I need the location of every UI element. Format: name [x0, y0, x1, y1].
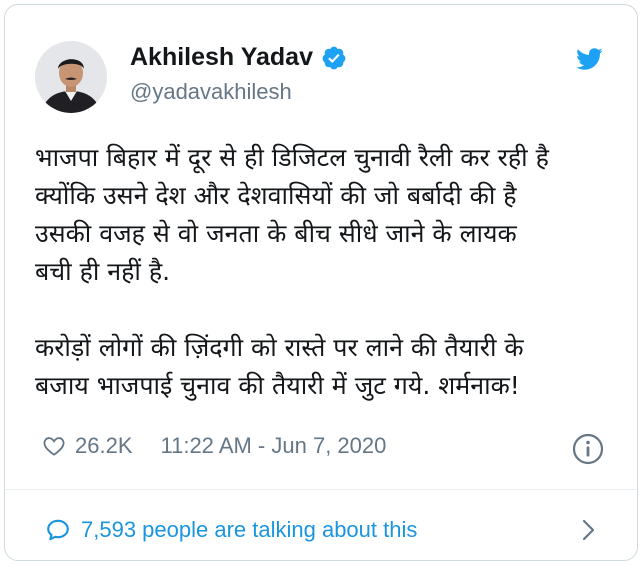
tweet-line: भाजपा बिहार में दूर से ही डिजिटल चुनावी … [35, 143, 549, 172]
tweet-line: उसकी वजह से वो जनता के बीच सीधे जाने के … [35, 219, 517, 248]
heart-icon[interactable] [41, 434, 67, 458]
tweet-line: करोड़ों लोगों की ज़िंदगी को रास्ते पर ला… [35, 333, 524, 362]
tweet-line: क्योंकि उसने देश और देशवासियों की जो बर्… [35, 181, 517, 210]
verified-badge-icon [322, 46, 346, 69]
divider [6, 489, 636, 490]
chevron-right-icon[interactable] [581, 518, 597, 542]
author-name[interactable]: Akhilesh Yadav [130, 43, 313, 72]
tweet-text: भाजपा बिहार में दूर से ही डिजिटल चुनावी … [35, 139, 625, 405]
talking-about-text[interactable]: 7,593 people are talking about this [81, 517, 417, 543]
speech-bubble-icon [47, 519, 69, 541]
twitter-bird-icon[interactable] [573, 45, 605, 73]
tweet-line: बजाय भाजपाई चुनाव की तैयारी में जुट गये.… [35, 371, 520, 400]
info-icon[interactable] [572, 433, 604, 465]
talking-about-link[interactable]: 7,593 people are talking about this [45, 513, 605, 547]
tweet-meta: 26.2K 11:22 AM - Jun 7, 2020 [41, 433, 386, 459]
like-count[interactable]: 26.2K [75, 433, 133, 459]
author-handle[interactable]: @yadavakhilesh [130, 79, 292, 105]
tweet-card[interactable]: Akhilesh Yadav @yadavakhilesh भाजपा बिहा… [4, 4, 638, 561]
tweet-timestamp[interactable]: 11:22 AM - Jun 7, 2020 [161, 433, 387, 459]
avatar[interactable] [35, 41, 107, 113]
tweet-line: बची ही नहीं है. [35, 257, 171, 286]
